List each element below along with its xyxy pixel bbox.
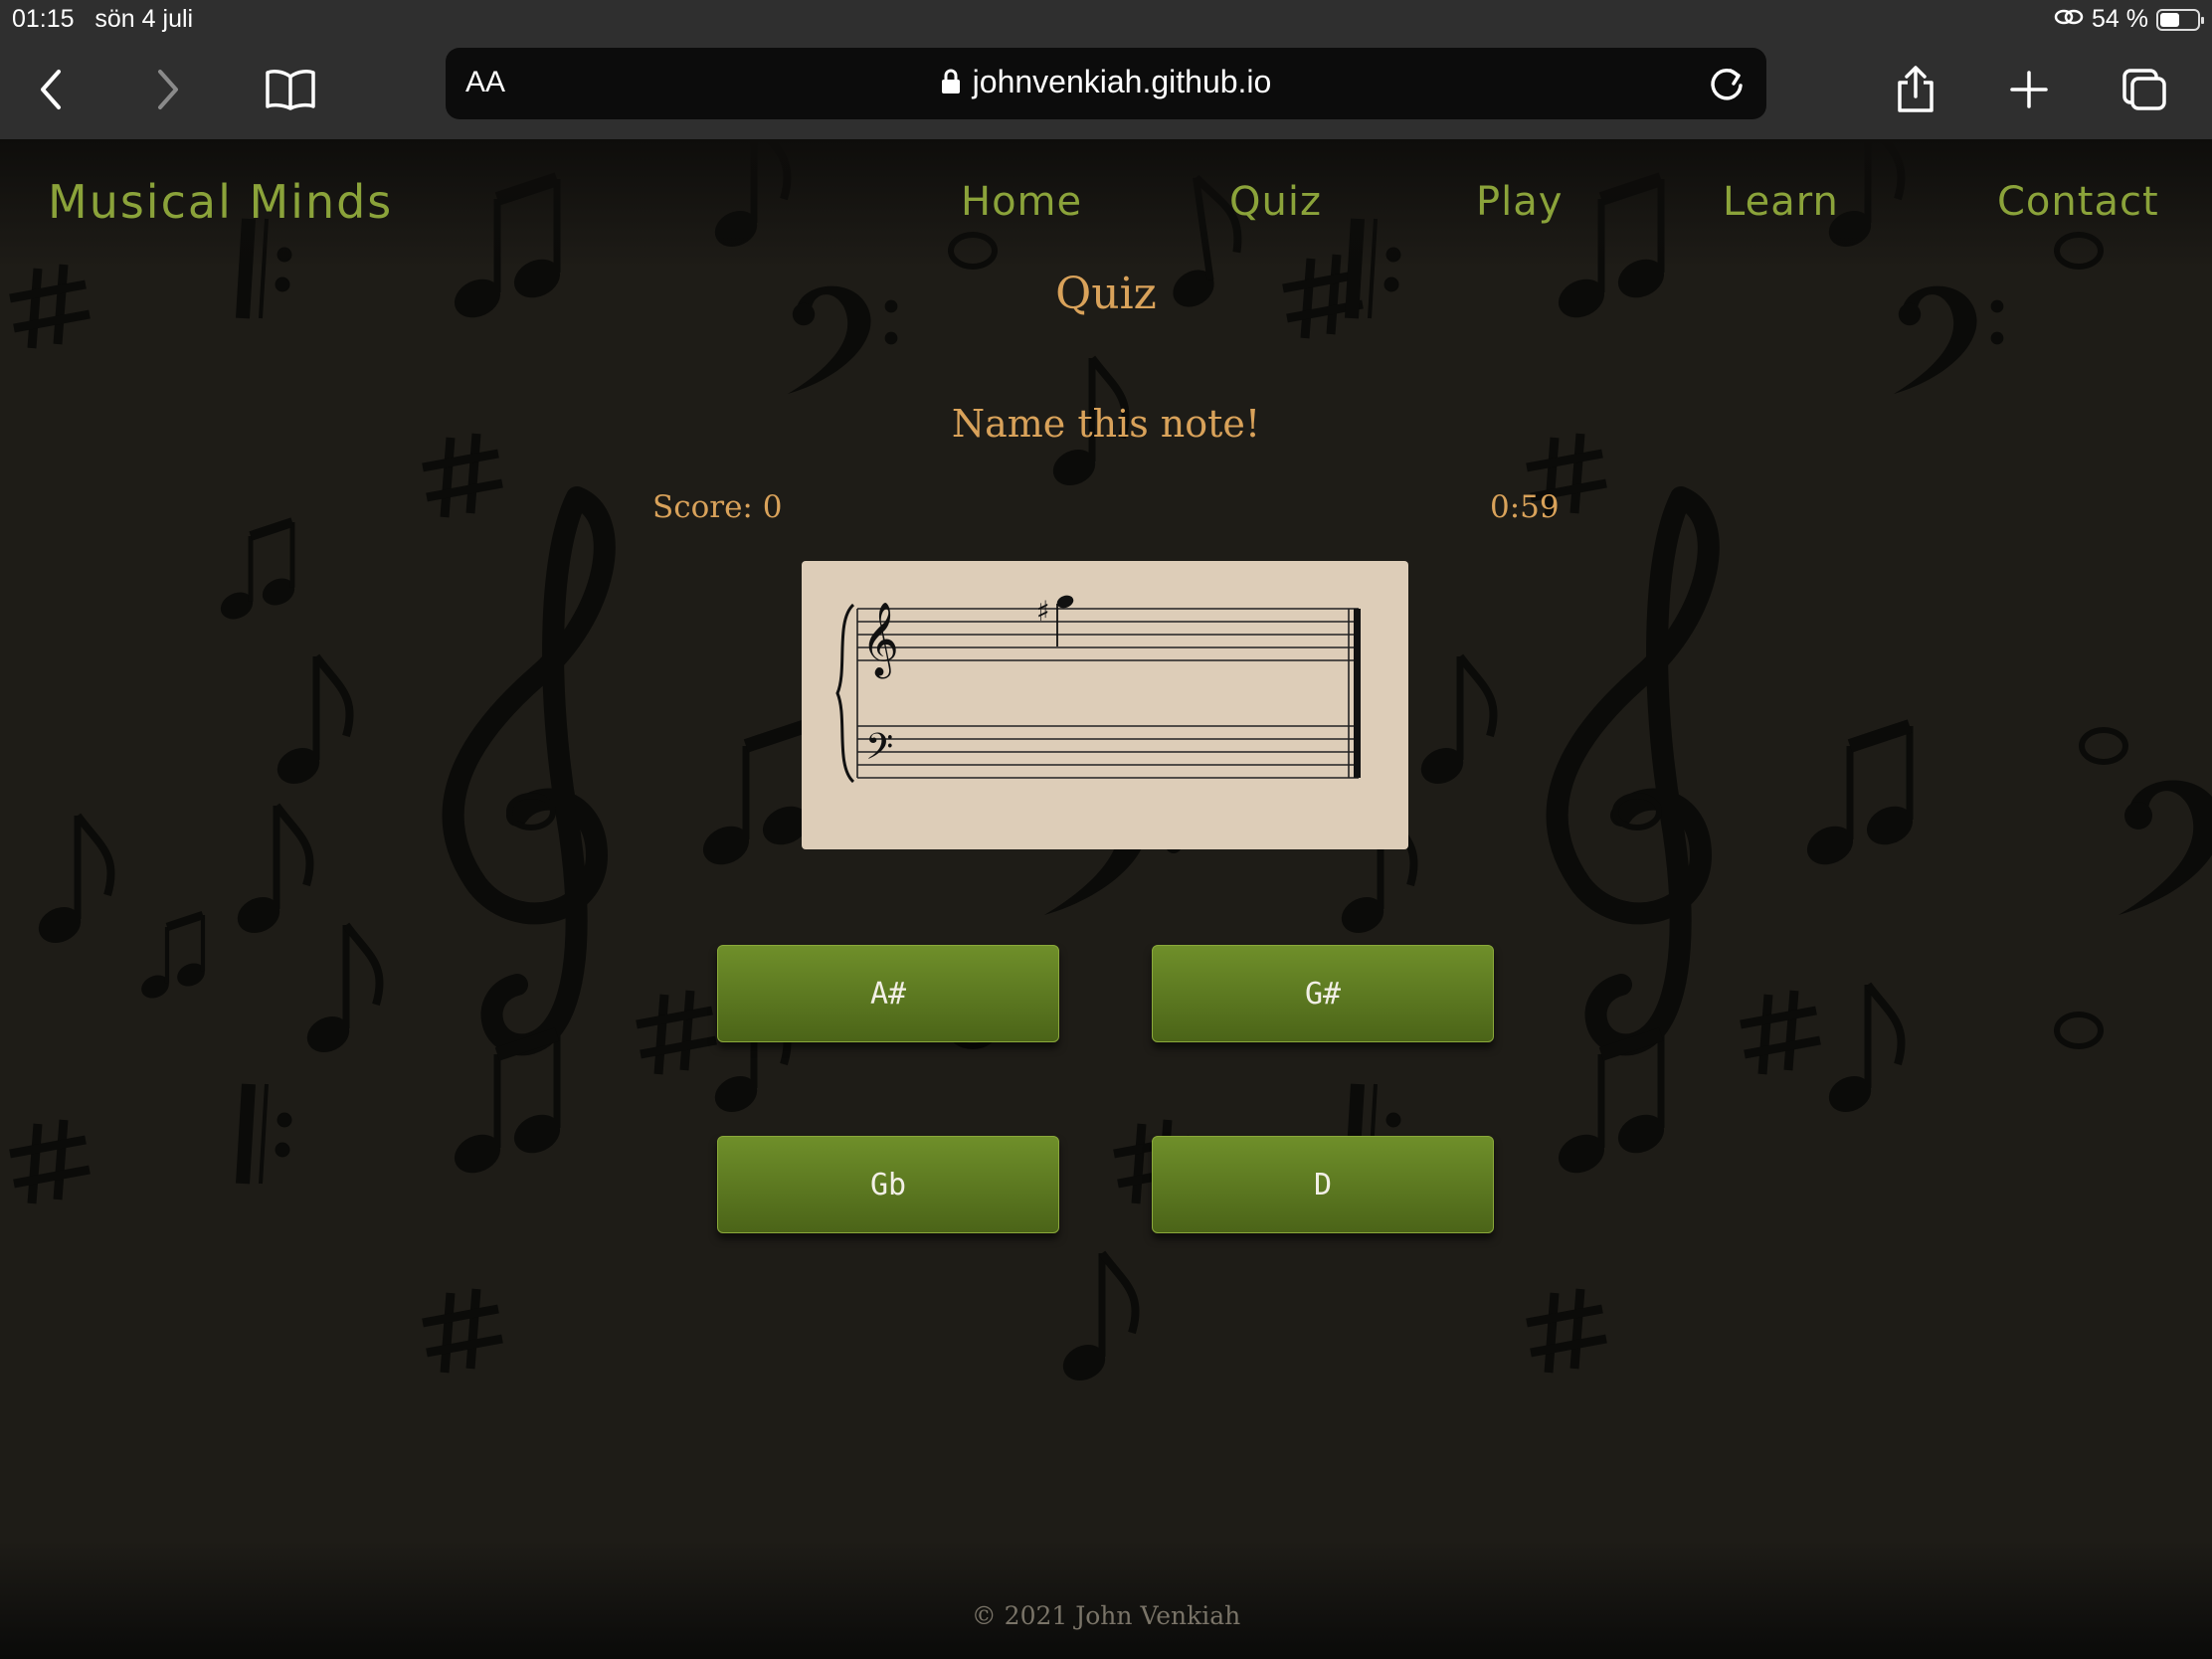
browser-toolbar: AA johnvenkiah.github.io [0,40,2212,139]
status-time-date: 01:15 sön 4 juli [12,5,193,34]
battery-fill [2160,12,2179,27]
final-barline [1354,609,1361,778]
music-staff-card: 𝄞 𝄢 ♯ [802,561,1408,849]
tabs-overview-icon[interactable] [2115,60,2174,119]
url-text: johnvenkiah.github.io [972,64,1272,99]
link-icon [2054,5,2084,34]
site-logo[interactable]: Musical Minds [48,175,393,229]
answer-button-2[interactable]: G# [1152,945,1494,1042]
page: Musical Minds Home Quiz Play Learn Conta… [0,139,2212,1659]
nav-learn[interactable]: Learn [1723,179,1839,225]
forward-icon[interactable] [137,60,197,119]
answer-button-4[interactable]: D [1152,1136,1494,1233]
bass-clef-icon: 𝄢 [865,726,893,777]
nav-quiz[interactable]: Quiz [1229,179,1322,225]
music-notes-background [0,139,2212,1659]
battery-percent: 54 % [2092,5,2148,33]
nav-home[interactable]: Home [961,179,1082,225]
quiz-note [1056,595,1074,609]
battery-cap [2201,16,2204,24]
new-tab-icon[interactable] [1999,60,2059,119]
footer-copyright: © 2021 John Venkiah [971,1601,1241,1630]
answer-button-1[interactable]: A# [717,945,1059,1042]
nav-play[interactable]: Play [1476,179,1563,225]
status-right: 54 % [2054,5,2204,34]
status-time: 01:15 [12,5,75,33]
timer-display: 0:59 [1490,489,1560,525]
status-date: sön 4 juli [94,5,194,33]
page-title: Quiz [1055,269,1157,319]
battery-icon [2156,8,2204,31]
treble-clef-icon: 𝄞 [861,603,899,679]
address-bar[interactable]: AA johnvenkiah.github.io [446,48,1766,119]
back-icon[interactable] [22,60,82,119]
grand-staff: 𝄞 𝄢 ♯ [835,595,1361,784]
lock-icon [941,66,961,102]
sharp-accidental: ♯ [1036,595,1050,628]
score-display: Score: 0 [652,489,783,525]
status-bar: 01:15 sön 4 juli 54 % [0,0,2212,40]
reload-icon[interactable] [1705,62,1749,105]
url-display[interactable]: johnvenkiah.github.io [446,64,1766,102]
brace [835,603,855,784]
bookmarks-icon[interactable] [261,60,320,119]
nav-contact[interactable]: Contact [1997,179,2159,225]
share-icon[interactable] [1886,60,1945,119]
footer-shade [0,1540,2212,1659]
quiz-prompt: Name this note! [951,402,1261,446]
answer-button-3[interactable]: Gb [717,1136,1059,1233]
